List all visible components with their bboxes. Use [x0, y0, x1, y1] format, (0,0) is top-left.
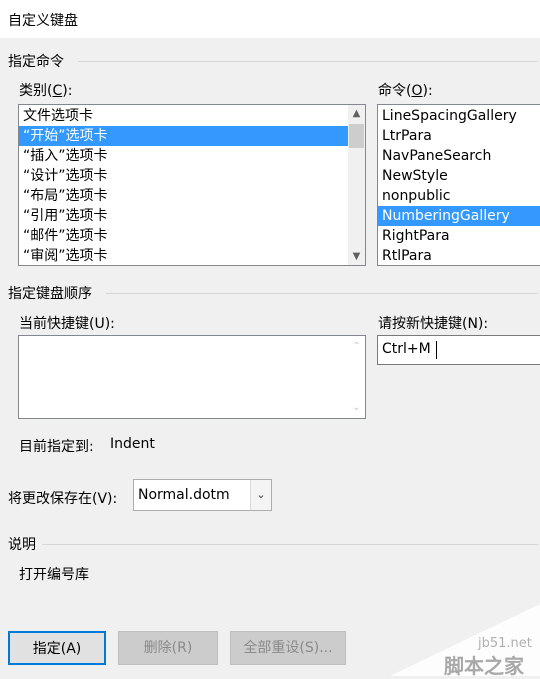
commands-label: 命令(O):	[378, 83, 433, 99]
category-list-item[interactable]: “布局”选项卡	[19, 186, 365, 206]
category-list-item[interactable]: “开始”选项卡	[19, 126, 365, 146]
assigned-to-value: Indent	[110, 436, 155, 452]
scroll-down-icon[interactable]: ▼	[348, 248, 365, 265]
categories-scrollbar[interactable]: ▲ ▼	[348, 105, 365, 265]
section-divider	[106, 293, 538, 294]
title-bar	[0, 0, 540, 38]
category-list-item[interactable]: “设计”选项卡	[19, 166, 365, 186]
scroll-down-icon: ⌄	[352, 402, 361, 413]
categories-listbox[interactable]: 文件选项卡 “开始”选项卡 “插入”选项卡 “设计”选项卡 “布局”选项卡 “引用”选项卡…	[18, 104, 366, 266]
save-in-label: 将更改保存在(V):	[8, 491, 118, 507]
scroll-thumb[interactable]	[349, 124, 364, 148]
dialog-title: 自定义键盘	[8, 13, 78, 29]
new-key-value: Ctrl+M	[382, 341, 431, 357]
section-heading-description: 说明	[8, 537, 36, 553]
reset-all-button[interactable]: 全部重设(S)...	[230, 631, 346, 665]
description-text: 打开编号库	[19, 567, 89, 583]
remove-button[interactable]: 删除(R)	[118, 631, 218, 665]
assign-button[interactable]: 指定(A)	[8, 631, 106, 665]
category-list-item[interactable]: “审阅”选项卡	[19, 246, 365, 265]
save-in-select[interactable]: Normal.dotm ⌄	[133, 479, 272, 511]
text-cursor	[436, 341, 437, 359]
current-keys-scrollbar: ⌃ ⌄	[348, 336, 365, 418]
scroll-up-icon[interactable]: ▲	[348, 105, 365, 122]
command-list-item[interactable]: RightPara	[378, 226, 540, 246]
new-key-input[interactable]: Ctrl+M	[377, 335, 540, 365]
command-list-item[interactable]: LtrPara	[378, 126, 540, 146]
command-list-item[interactable]: NavPaneSearch	[378, 146, 540, 166]
command-list-item[interactable]: NumberingGallery	[378, 206, 540, 226]
command-list-item[interactable]: nonpublic	[378, 186, 540, 206]
command-list-item[interactable]: LineSpacingGallery	[378, 106, 540, 126]
section-heading-commands: 指定命令	[8, 54, 64, 70]
current-keys-label: 当前快捷键(U):	[19, 316, 115, 332]
category-list-item[interactable]: “插入”选项卡	[19, 146, 365, 166]
watermark-logo: 脚本之家	[444, 654, 524, 678]
new-key-label: 请按新快捷键(N):	[378, 316, 489, 332]
section-heading-keyboard: 指定键盘顺序	[8, 286, 92, 302]
categories-label: 类别(C):	[19, 83, 73, 99]
scroll-up-icon: ⌃	[352, 341, 361, 352]
category-list-item[interactable]: “邮件”选项卡	[19, 226, 365, 246]
category-list-item[interactable]: “引用”选项卡	[19, 206, 365, 226]
commands-listbox[interactable]: LineSpacingGallery LtrPara NavPaneSearch Ne…	[377, 104, 540, 266]
section-divider	[78, 61, 538, 62]
section-divider	[42, 544, 538, 545]
assigned-to-label: 目前指定到:	[19, 439, 94, 455]
watermark-site: jb51.net	[478, 636, 532, 651]
current-keys-listbox[interactable]: ⌃ ⌄	[18, 335, 366, 419]
command-list-item[interactable]: NewStyle	[378, 166, 540, 186]
chevron-down-icon[interactable]: ⌄	[250, 480, 271, 510]
command-list-item[interactable]: RtlPara	[378, 246, 540, 265]
save-in-value: Normal.dotm	[138, 487, 230, 503]
category-list-item[interactable]: 文件选项卡	[19, 106, 365, 126]
